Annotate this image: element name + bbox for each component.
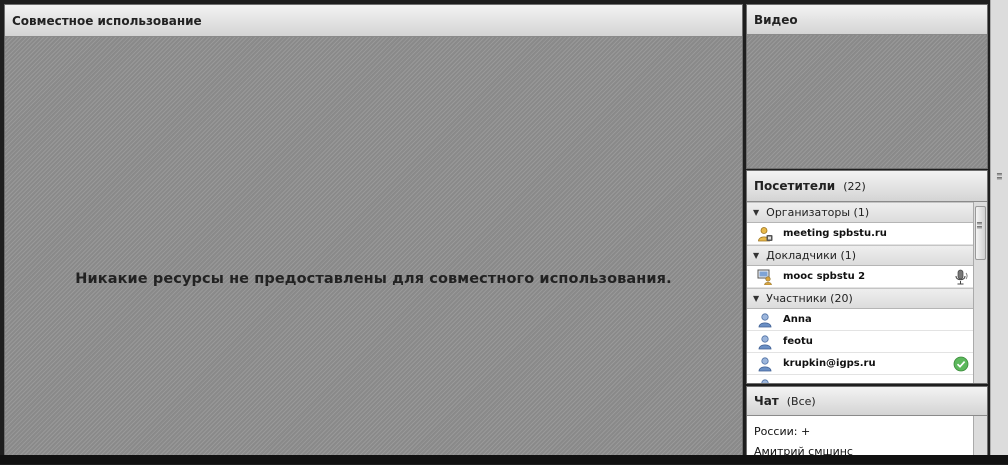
host-icon (757, 226, 773, 242)
collapse-triangle-icon[interactable]: ▼ (753, 251, 759, 260)
attendee-name: meeting spbstu.ru (783, 228, 887, 239)
attendee-row[interactable]: Anna (747, 309, 975, 331)
attendees-pod-header[interactable]: Посетители (22) (747, 171, 987, 202)
user-icon (757, 334, 773, 350)
attendees-count: (22) (843, 179, 866, 193)
video-pod-title: Видео (754, 12, 798, 27)
video-pod-header[interactable]: Видео (747, 5, 987, 35)
chat-pod: Чат (Все) России: + Амитрий смшинс (746, 386, 988, 464)
bottom-edge (0, 455, 1008, 464)
chat-pod-title: Чат (754, 394, 779, 408)
attendee-row[interactable]: krupkin@igps.ru (747, 353, 975, 375)
chat-pod-header[interactable]: Чат (Все) (747, 387, 987, 416)
share-pod-title: Совместное использование (12, 13, 202, 28)
grip-icon: ═ ═ (977, 219, 982, 232)
user-icon (757, 312, 773, 328)
chat-filter[interactable]: (Все) (787, 395, 816, 408)
attendee-name: mooc spbstu 2 (783, 271, 866, 282)
attendee-name: krupkin@igps.ru (783, 358, 876, 369)
scrollbar-thumb[interactable] (975, 206, 986, 260)
group-label: Участники (20) (766, 292, 853, 305)
attendee-name: Anna (783, 314, 812, 325)
share-pod-content: Никакие ресурсы не предоставлены для сов… (5, 37, 742, 463)
chat-message: России: + (754, 425, 811, 438)
attendees-pod: Посетители (22) ▼ Организаторы (1) meeti… (746, 170, 988, 384)
grip-icon: ═ ═ (997, 170, 1002, 183)
agree-check-icon (953, 356, 969, 372)
share-pod-header[interactable]: Совместное использование (5, 5, 742, 37)
video-pod-content (747, 35, 987, 168)
attendees-scrollbar[interactable]: ═ ═ (973, 202, 987, 383)
attendee-row-partial[interactable] (747, 375, 975, 383)
no-content-message: Никакие ресурсы не предоставлены для сов… (75, 271, 672, 287)
microphone-icon (953, 269, 969, 285)
attendees-pod-title: Посетители (754, 179, 836, 193)
group-presenters[interactable]: ▼ Докладчики (1) (747, 245, 975, 266)
presenter-icon (757, 269, 773, 285)
group-label: Докладчики (1) (766, 249, 857, 262)
app-scrollbar[interactable]: ═ ═ (990, 0, 1008, 464)
group-participants[interactable]: ▼ Участники (20) (747, 288, 975, 309)
attendee-list: ▼ Организаторы (1) meeting spbstu.ru ▼ Д… (747, 202, 975, 383)
group-hosts[interactable]: ▼ Организаторы (1) (747, 202, 975, 223)
attendee-row[interactable]: feotu (747, 331, 975, 353)
collapse-triangle-icon[interactable]: ▼ (753, 208, 759, 217)
attendee-row[interactable]: meeting spbstu.ru (747, 223, 975, 245)
user-icon (757, 356, 773, 372)
collapse-triangle-icon[interactable]: ▼ (753, 294, 759, 303)
share-pod: Совместное использование Никакие ресурсы… (4, 4, 743, 464)
user-icon (757, 378, 773, 383)
attendee-name: feotu (783, 336, 813, 347)
attendee-row[interactable]: mooc spbstu 2 (747, 266, 975, 288)
group-label: Организаторы (1) (766, 206, 870, 219)
video-pod: Видео (746, 4, 988, 169)
